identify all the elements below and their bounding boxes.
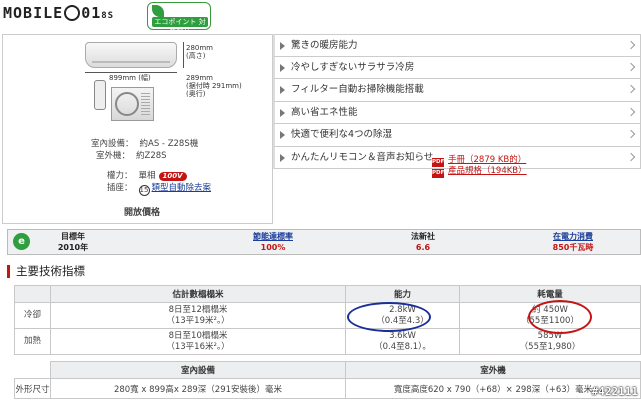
- col-header: 室內設備: [50, 361, 346, 379]
- chevron-icon: [626, 62, 636, 71]
- pdf-icon: PDF: [432, 169, 445, 178]
- site-logo[interactable]: MOBILE 018S: [3, 4, 114, 22]
- target-year: 目標年 2010年: [57, 232, 89, 252]
- feature-item[interactable]: 快適で便利な4つの除湿: [273, 124, 641, 147]
- apf-value: 法新社 6.6: [411, 232, 435, 252]
- feature-item[interactable]: 驚きの暖房能力: [273, 34, 641, 57]
- 100v-badge: 100V: [158, 172, 187, 181]
- chevron-icon: [626, 40, 636, 50]
- table-cell: 8日至10榻榻米 （13平16米²。）: [50, 328, 346, 355]
- eco-badge-label: エコポイント 対象製品: [152, 17, 208, 36]
- width-dim-line: [85, 72, 177, 73]
- feature-item[interactable]: 冷やしすぎないサラサラ冷房: [273, 56, 641, 79]
- height-dim-line: [183, 42, 184, 68]
- arrow-icon: [280, 42, 285, 50]
- width-dim: 899mm (幅): [109, 74, 151, 82]
- height-dim: 280mm (高さ): [186, 44, 213, 60]
- indoor-unit-spec: 室內設備： 約AS - Z28S機: [91, 139, 199, 149]
- achievement-rate-link[interactable]: 節能達標率: [253, 232, 293, 241]
- arrow-icon: [280, 153, 285, 162]
- section-title: 主要技術指標: [7, 265, 85, 278]
- table-row: 外形尺寸 280寬 x 899高x 289深（291安裝後）毫米 寬度高度620…: [14, 378, 641, 399]
- feature-item[interactable]: 高い省エネ性能: [273, 101, 641, 124]
- chevron-icon: [626, 84, 636, 94]
- product-panel: 280mm (高さ) 899mm (幅) 289mm (据付時 291mm) (奥行)…: [2, 34, 273, 224]
- capacity-highlight-oval: [347, 302, 431, 332]
- chevron-icon: [626, 107, 636, 116]
- logo-bar: MOBILE 018S エコポイント 対象製品: [0, 0, 641, 36]
- col-header: 室外機: [345, 361, 641, 379]
- watermark: #422111: [591, 385, 638, 398]
- spec-sheet-link[interactable]: 產品規格（194KB）: [448, 166, 527, 176]
- eco-point-badge: エコポイント 対象製品: [147, 2, 211, 36]
- logo-text-left: MOBILE: [3, 4, 64, 22]
- annual-consumption-link[interactable]: 在電力消費: [553, 232, 593, 241]
- energy-saving-logo-icon: e: [13, 233, 30, 250]
- outdoor-unit-image: [111, 87, 154, 121]
- power-spec: 權力： 單相 100V: [107, 169, 187, 181]
- achievement-rate: 節能達標率 100%: [253, 232, 293, 252]
- logo-suffix: 8S: [101, 11, 115, 21]
- energy-rating-bar: e 目標年 2010年 節能達標率 100% 法新社 6.6 在電力消費 850千瓦時: [7, 229, 641, 255]
- plug-type-link[interactable]: 類型自動除去案: [152, 183, 212, 193]
- plug-icon: 15: [138, 185, 150, 196]
- table-cell: 280寬 x 899高x 289深（291安裝後）毫米: [50, 378, 346, 399]
- feature-item[interactable]: フィルター自動お掃除機能搭載: [273, 79, 641, 102]
- corner-cell: [14, 285, 51, 303]
- annual-consumption: 在電力消費 850千瓦時: [552, 232, 594, 252]
- row-label: 冷卻: [14, 302, 51, 329]
- plug-spec: 插座： 15 類型自動除去案: [107, 183, 212, 196]
- depth-dim: 289mm (据付時 291mm) (奥行): [186, 74, 242, 98]
- arrow-icon: [280, 63, 285, 72]
- arrow-icon: [280, 86, 285, 94]
- table-cell: 3.6kW （0.4至8.1）。: [345, 328, 460, 355]
- arrow-icon: [280, 131, 285, 139]
- col-header: 估計數榻榻米: [50, 285, 346, 303]
- feature-list: 驚きの暖房能力 冷やしすぎないサラサラ冷房 フィルター自動お掃除機能搭載 高い省…: [273, 34, 641, 169]
- row-label: 外形尺寸: [14, 378, 51, 399]
- arrow-icon: [280, 108, 285, 117]
- indoor-unit-image: [85, 42, 177, 68]
- spec-download[interactable]: PDF 產品規格（194KB）: [432, 164, 527, 178]
- chevron-icon: [626, 129, 636, 139]
- table-cell: 8日至12榻榻米 （13平19米²。）: [50, 302, 346, 329]
- remote-control-image: [94, 80, 106, 110]
- leaf-icon: [152, 5, 164, 17]
- chevron-icon: [626, 152, 636, 161]
- outdoor-unit-spec: 室外機： 約Z28S: [96, 151, 167, 161]
- col-header: 能力: [345, 285, 460, 303]
- price-label: 開放價格: [124, 208, 161, 218]
- logo-text-right: 01: [81, 4, 102, 22]
- dimensions-table: 室內設備 室外機 外形尺寸 280寬 x 899高x 289深（291安裝後）毫…: [14, 361, 641, 399]
- row-label: 加熱: [14, 328, 51, 355]
- logo-circle-icon: [64, 5, 81, 21]
- power-highlight-oval: [528, 300, 592, 334]
- corner-cell: [14, 361, 51, 379]
